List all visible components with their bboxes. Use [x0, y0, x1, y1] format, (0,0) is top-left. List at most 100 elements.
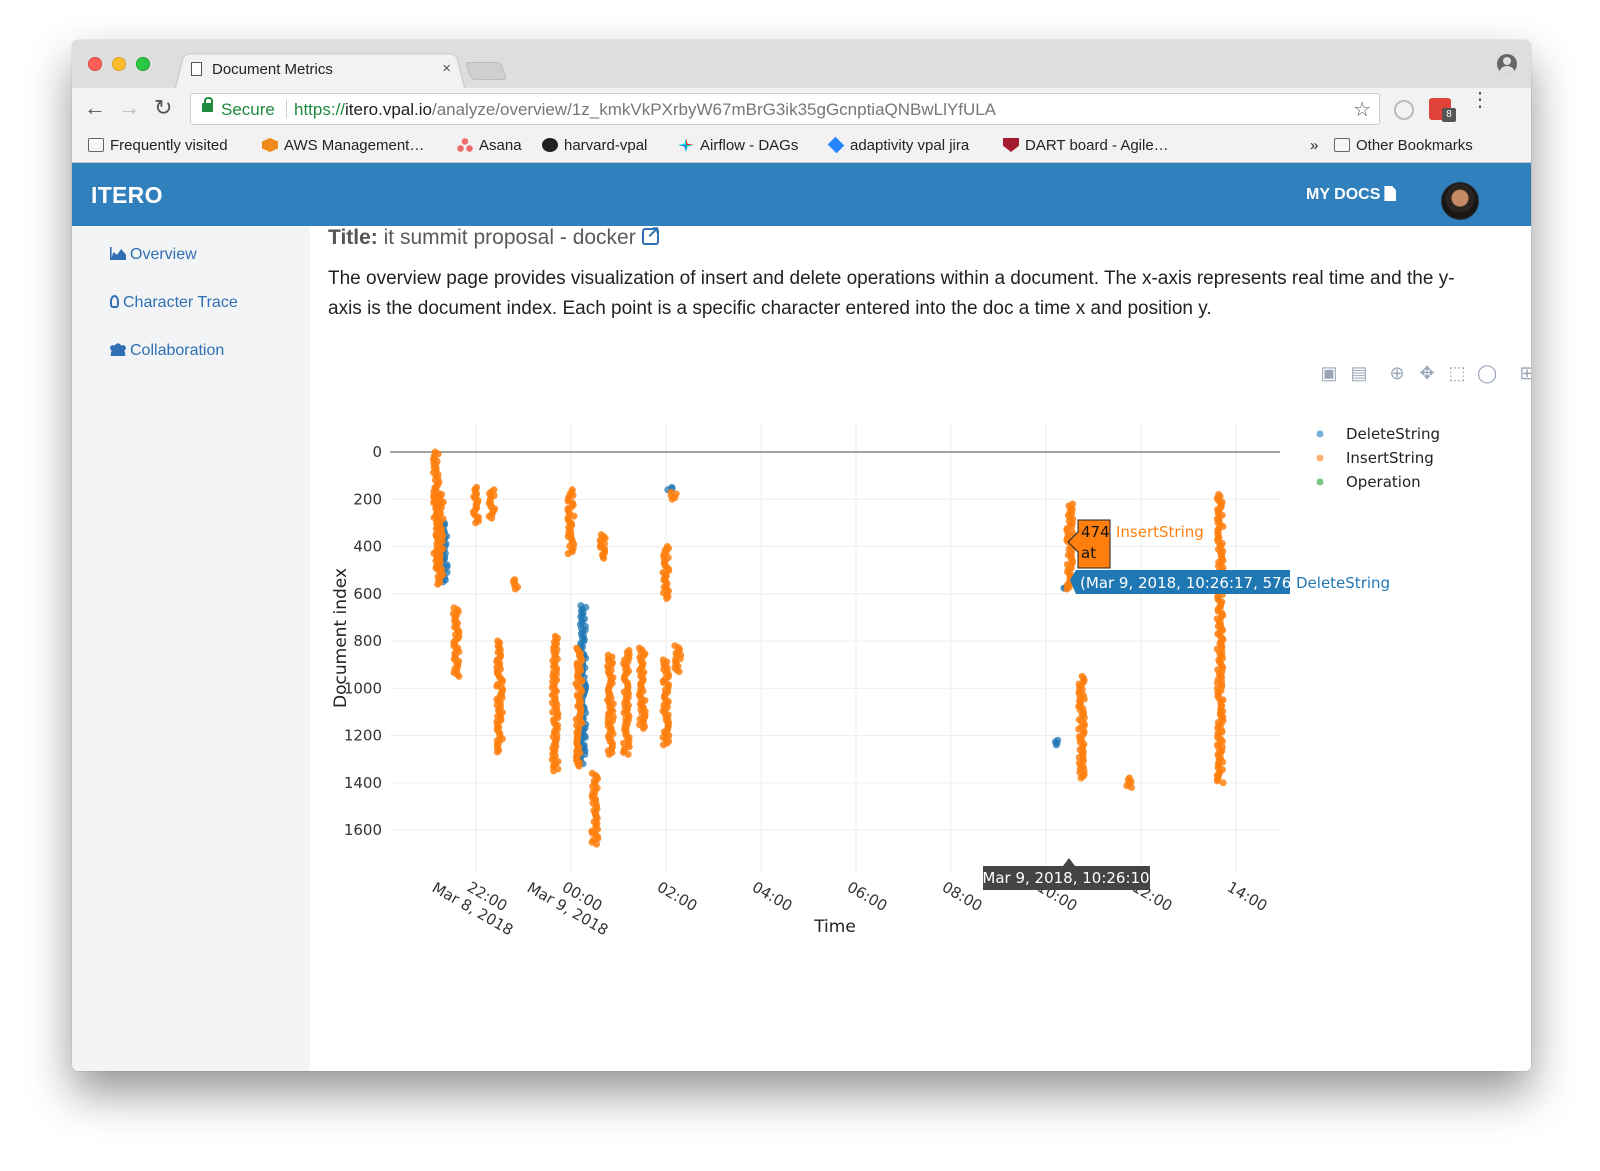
- insert-point: [564, 550, 572, 558]
- reload-icon[interactable]: ↻: [154, 96, 172, 120]
- new-tab-button[interactable]: [464, 62, 508, 80]
- my-docs-link[interactable]: MY DOCS: [1306, 186, 1397, 204]
- bookmark-asana[interactable]: Asana: [457, 137, 522, 154]
- bookmark-jira[interactable]: adaptivity vpal jira: [827, 136, 970, 154]
- insert-hover-at: at: [1081, 544, 1096, 562]
- avatar[interactable]: [1441, 182, 1479, 220]
- pan-icon[interactable]: ✥: [1417, 363, 1437, 383]
- area-chart-icon: [110, 247, 126, 260]
- my-docs-label: MY DOCS: [1306, 186, 1381, 203]
- y-tick-label: 400: [353, 538, 382, 556]
- bookmarks-overflow[interactable]: »: [1310, 137, 1318, 154]
- legend-label: Operation: [1346, 473, 1421, 491]
- close-window-button[interactable]: [88, 57, 102, 71]
- maximize-window-button[interactable]: [136, 57, 150, 71]
- insert-point: [550, 767, 558, 775]
- insert-point: [1128, 784, 1135, 791]
- bookmark-frequently-visited[interactable]: Frequently visited: [88, 137, 228, 154]
- menu-dots-icon[interactable]: ⋮: [1470, 90, 1490, 110]
- insert-point: [600, 554, 608, 562]
- x-tick-label: 08:00: [939, 878, 985, 915]
- scatter-chart[interactable]: 0200400600800100012001400160022:00Mar 8,…: [310, 402, 1531, 962]
- bookmark-airflow[interactable]: Airflow - DAGs: [678, 137, 798, 154]
- x-tick-label: 02:00: [654, 878, 700, 915]
- tab-strip: Document Metrics ×: [72, 40, 1531, 88]
- folder-icon: [88, 138, 104, 152]
- extension-icon[interactable]: [1394, 100, 1414, 120]
- insert-hover-name: InsertString: [1116, 523, 1204, 541]
- insert-point: [434, 580, 442, 588]
- asana-icon: [457, 138, 473, 152]
- divider: [286, 100, 287, 118]
- browser-window: Document Metrics × ← → ↻ Secure https://…: [72, 40, 1531, 1071]
- x-axis-title: Time: [813, 917, 856, 937]
- forward-arrow-icon[interactable]: →: [118, 96, 140, 120]
- delete-point: [1052, 741, 1060, 749]
- legend-marker: [1316, 430, 1324, 438]
- insert-point: [675, 668, 683, 676]
- bookmark-label: DART board - Agile…: [1025, 137, 1169, 154]
- lasso-select-icon[interactable]: ◯: [1477, 363, 1497, 383]
- lightbulb-icon: [110, 295, 119, 308]
- bookmark-dart[interactable]: DART board - Agile…: [1003, 137, 1169, 154]
- x-tick-label: 14:00: [1224, 878, 1270, 915]
- sidebar-item-collaboration[interactable]: Collaboration: [110, 342, 224, 360]
- insert-point: [511, 585, 519, 593]
- bookmark-label: Airflow - DAGs: [700, 137, 799, 154]
- document-icon: [1384, 186, 1397, 201]
- bookmark-star-icon[interactable]: ☆: [1353, 97, 1371, 122]
- browser-toolbar: ← → ↻ Secure https://itero.vpal.io/analy…: [72, 88, 1531, 130]
- minimize-window-button[interactable]: [112, 57, 126, 71]
- sidebar: Overview Character Trace Collaboration: [72, 226, 310, 1071]
- legend-label: DeleteString: [1346, 425, 1440, 443]
- other-bookmarks[interactable]: Other Bookmarks: [1334, 137, 1473, 154]
- y-axis-title: Document index: [331, 568, 351, 708]
- aws-icon: [262, 138, 278, 152]
- legend-label: InsertString: [1346, 449, 1434, 467]
- browser-tab[interactable]: Document Metrics ×: [187, 51, 457, 88]
- bookmark-label: Frequently visited: [110, 137, 228, 154]
- insert-point: [493, 748, 501, 756]
- insert-point: [570, 512, 578, 520]
- external-link-icon[interactable]: [641, 226, 660, 245]
- insert-point: [488, 514, 496, 522]
- legend-marker: [1316, 454, 1324, 462]
- save-icon[interactable]: ▤: [1349, 363, 1369, 383]
- sidebar-item-label: Overview: [130, 246, 197, 263]
- box-select-icon[interactable]: ⬚: [1447, 363, 1467, 383]
- tab-title: Document Metrics: [212, 61, 333, 78]
- y-tick-label: 1200: [344, 727, 382, 745]
- y-tick-label: 200: [353, 490, 382, 508]
- insert-point: [593, 840, 600, 848]
- doc-title: it summit proposal - docker: [383, 226, 636, 249]
- title-label: Title:: [328, 226, 378, 249]
- folder-icon: [1334, 138, 1350, 152]
- app-brand[interactable]: ITERO: [91, 182, 163, 209]
- tab-close-icon[interactable]: ×: [442, 60, 451, 77]
- bookmark-aws[interactable]: AWS Management…: [262, 137, 424, 154]
- extension-badge: 8: [1442, 108, 1456, 122]
- profile-icon[interactable]: [1497, 54, 1517, 74]
- address-bar[interactable]: Secure https://itero.vpal.io/analyze/ove…: [190, 93, 1380, 125]
- x-tick-label: 00:00Mar 9, 2018: [524, 863, 620, 939]
- users-icon: [110, 343, 126, 356]
- sidebar-item-overview[interactable]: Overview: [110, 246, 197, 264]
- x-tick-label: 06:00: [844, 878, 890, 915]
- main-content: Title: it summit proposal - docker The o…: [310, 226, 1531, 1071]
- back-arrow-icon[interactable]: ←: [84, 96, 106, 120]
- insert-point: [605, 750, 613, 758]
- delete-hover-label: (Mar 9, 2018, 10:26:17, 576): [1080, 574, 1297, 592]
- bookmark-github[interactable]: harvard-vpal: [542, 137, 647, 154]
- insert-hover-value: 474: [1081, 523, 1110, 541]
- page-description: The overview page provides visualization…: [328, 268, 1455, 319]
- zoom-icon[interactable]: ⊕: [1387, 363, 1407, 383]
- zoom-in-icon[interactable]: ⊞: [1517, 363, 1531, 383]
- bookmark-label: harvard-vpal: [564, 137, 648, 154]
- sidebar-item-label: Collaboration: [130, 342, 225, 359]
- jira-icon: [827, 136, 845, 154]
- insert-point: [659, 741, 667, 749]
- delete-hover-name: DeleteString: [1296, 574, 1390, 592]
- camera-icon[interactable]: ▣: [1319, 363, 1339, 383]
- sidebar-item-character-trace[interactable]: Character Trace: [110, 294, 238, 312]
- bookmark-label: adaptivity vpal jira: [850, 137, 970, 154]
